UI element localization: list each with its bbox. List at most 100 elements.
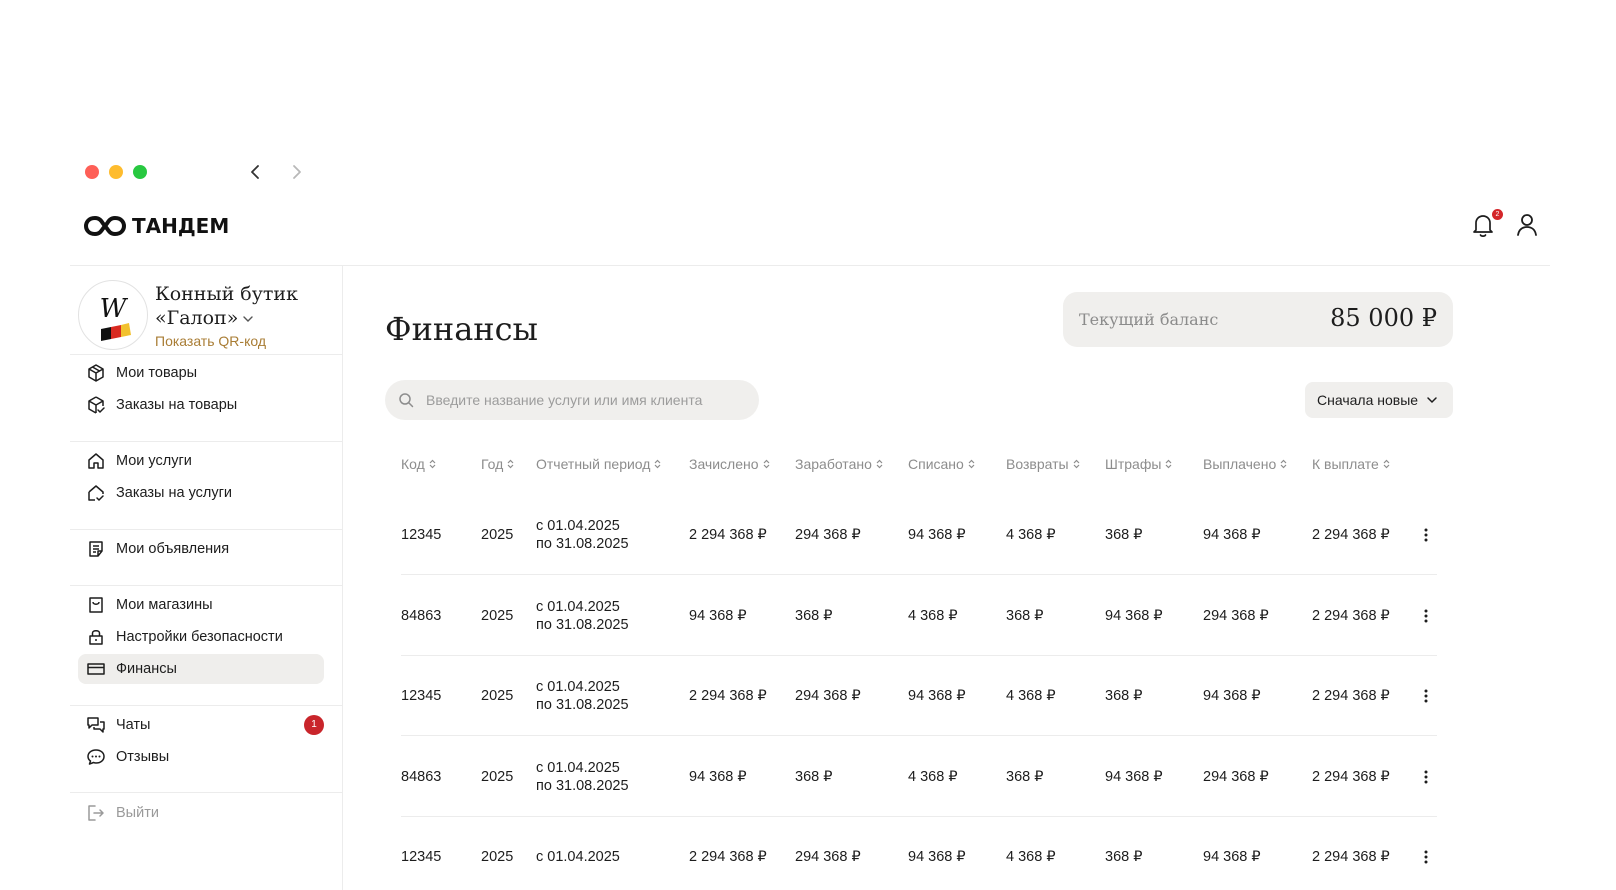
table-cell: 94 368 ₽	[1105, 768, 1163, 785]
row-menu-button[interactable]	[1414, 604, 1438, 628]
sidebar-divider	[70, 585, 342, 586]
user-icon[interactable]	[1512, 210, 1542, 240]
row-menu-button[interactable]	[1414, 684, 1438, 708]
sidebar-divider	[70, 792, 342, 793]
show-qr-link[interactable]: Показать QR-код	[155, 333, 266, 349]
column-header[interactable]: Отчетный период	[536, 456, 661, 472]
sort-arrows-icon	[507, 459, 514, 469]
row-menu-button[interactable]	[1414, 845, 1438, 869]
sidebar-item-label: Чаты	[116, 717, 151, 733]
table-cell: 294 368 ₽	[1203, 768, 1269, 785]
window-titlebar	[70, 150, 1550, 194]
minimize-window-button[interactable]	[109, 165, 123, 179]
sort-arrows-icon	[876, 459, 883, 469]
back-arrow-icon[interactable]	[247, 163, 265, 181]
infinity-logo-icon	[84, 215, 126, 237]
table-cell: 94 368 ₽	[689, 607, 747, 624]
sidebar-item-label: Заказы на услуги	[116, 485, 233, 501]
sidebar-item[interactable]: Мои объявления	[78, 534, 324, 564]
sidebar: W Конный бутик «Галоп» Показать QR-код М…	[70, 266, 343, 890]
sidebar-item[interactable]: Настройки безопасности	[78, 622, 324, 652]
table-cell: 2025	[481, 849, 514, 865]
shop-logo-icon: W	[100, 294, 131, 341]
close-window-button[interactable]	[85, 165, 99, 179]
house-icon	[88, 453, 104, 469]
logo[interactable]: ТАНДЕМ	[84, 214, 229, 238]
sidebar-item[interactable]: Мои товары	[78, 358, 324, 388]
sidebar-item-label: Настройки безопасности	[116, 629, 283, 645]
table-cell: 294 368 ₽	[1203, 607, 1269, 624]
sidebar-item[interactable]: Мои услуги	[78, 446, 324, 476]
period-from: с 01.04.2025	[536, 598, 620, 615]
column-header[interactable]: Заработано	[795, 456, 883, 472]
more-vertical-icon	[1424, 850, 1428, 864]
logout-button[interactable]: Выйти	[78, 798, 324, 828]
column-header-label: Код	[401, 456, 425, 472]
period-from: с 01.04.2025	[536, 849, 620, 865]
search-box	[385, 380, 759, 420]
table-cell: 2 294 368 ₽	[689, 849, 767, 865]
sort-dropdown[interactable]: Сначала новые	[1305, 382, 1453, 418]
column-header[interactable]: К выплате	[1312, 456, 1390, 472]
forward-arrow-icon[interactable]	[287, 163, 305, 181]
table-row[interactable]: 12345 2025 с 01.04.2025 по 31.08.2025 2 294 …	[401, 656, 1441, 736]
shop-avatar[interactable]: W	[78, 280, 148, 350]
column-header[interactable]: Год	[481, 456, 514, 472]
table-cell: 84863	[401, 768, 442, 785]
maximize-window-button[interactable]	[133, 165, 147, 179]
sidebar-item[interactable]: Заказы на товары	[78, 390, 324, 420]
period-from: с 01.04.2025	[536, 759, 620, 776]
sidebar-item[interactable]: Заказы на услуги	[78, 478, 324, 508]
logout-icon	[88, 805, 104, 821]
sidebar-item[interactable]: Мои магазины	[78, 590, 324, 620]
table-cell: 2 294 368 ₽	[1312, 527, 1390, 543]
column-header[interactable]: Код	[401, 456, 436, 472]
table-row[interactable]: 84863 2025 с 01.04.2025 по 31.08.2025 94 368…	[401, 737, 1441, 817]
review-icon	[87, 749, 105, 765]
sidebar-divider	[70, 705, 342, 706]
period-cell: с 01.04.2025 по 31.08.2025	[536, 737, 629, 817]
period-from: с 01.04.2025	[536, 679, 620, 695]
sort-arrows-icon	[429, 459, 436, 469]
table-cell: 2 294 368 ₽	[689, 688, 767, 704]
table-cell: 2 294 368 ₽	[1312, 849, 1390, 865]
table-cell: 294 368 ₽	[795, 688, 861, 704]
sort-arrows-icon	[968, 459, 975, 469]
table-cell: 2 294 368 ₽	[689, 527, 767, 543]
table-cell: 368 ₽	[1006, 768, 1044, 785]
table-cell: 2 294 368 ₽	[1312, 688, 1390, 704]
sidebar-item[interactable]: Финансы	[78, 654, 324, 684]
period-to: по 31.08.2025	[536, 777, 629, 794]
table-cell: 2 294 368 ₽	[1312, 607, 1390, 624]
table-cell: 4 368 ₽	[1006, 849, 1056, 865]
table-cell: 94 368 ₽	[1203, 688, 1261, 704]
shop-name[interactable]: Конный бутик «Галоп»	[155, 282, 335, 330]
notification-badge: 2	[1491, 208, 1504, 221]
table-row[interactable]: 84863 2025 с 01.04.2025 по 31.08.2025 94 368…	[401, 576, 1441, 656]
search-input[interactable]	[424, 391, 748, 409]
sidebar-item-label: Мои услуги	[116, 453, 192, 469]
table-row[interactable]: 12345 2025 с 01.04.2025 2 294 368 ₽ 294 368 …	[401, 817, 1441, 890]
column-header-label: Списано	[908, 456, 964, 472]
table-cell: 84863	[401, 607, 442, 624]
column-header-label: Выплачено	[1203, 456, 1277, 472]
table-cell: 94 368 ₽	[689, 768, 747, 785]
table-cell: 368 ₽	[795, 607, 833, 624]
column-header[interactable]: Списано	[908, 456, 975, 472]
sort-label: Сначала новые	[1317, 392, 1419, 408]
sidebar-item[interactable]: Отзывы	[78, 742, 324, 772]
table-cell: 94 368 ₽	[1203, 527, 1261, 543]
row-menu-button[interactable]	[1414, 765, 1438, 789]
box-check-icon	[88, 396, 105, 414]
column-header[interactable]: Возвраты	[1006, 456, 1080, 472]
table-cell: 368 ₽	[1105, 527, 1143, 543]
column-header[interactable]: Зачислено	[689, 456, 770, 472]
table-cell: 2025	[481, 768, 514, 785]
house-check-icon	[88, 485, 104, 502]
column-header[interactable]: Выплачено	[1203, 456, 1287, 472]
sidebar-item[interactable]: Чаты 1	[78, 710, 324, 740]
chevron-down-icon[interactable]	[242, 313, 254, 325]
row-menu-button[interactable]	[1414, 523, 1438, 547]
table-row[interactable]: 12345 2025 с 01.04.2025 по 31.08.2025 2 294 …	[401, 495, 1441, 575]
column-header[interactable]: Штрафы	[1105, 456, 1172, 472]
